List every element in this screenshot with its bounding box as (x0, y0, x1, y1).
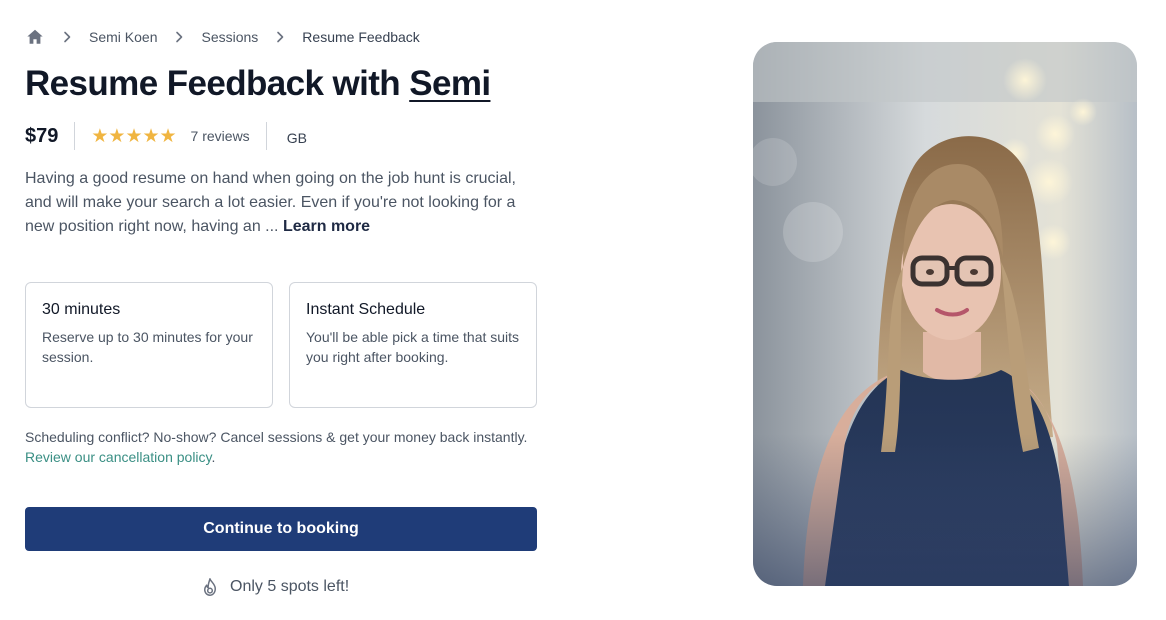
schedule-card: Instant Schedule You'll be able pick a t… (289, 282, 537, 408)
description-text: Having a good resume on hand when going … (25, 170, 516, 235)
reviews-link[interactable]: 7 reviews (191, 128, 250, 144)
divider (265, 122, 267, 150)
duration-card: 30 minutes Reserve up to 30 minutes for … (25, 282, 273, 408)
card-title: Instant Schedule (306, 301, 426, 318)
breadcrumb-host-link[interactable]: Semi Koen (89, 29, 157, 45)
flame-icon (200, 577, 220, 597)
policy-suffix: . (211, 449, 216, 465)
availability-notice: Only 5 spots left! (200, 576, 349, 598)
learn-more-link[interactable]: Learn more (283, 218, 370, 235)
session-meta: $79 ★★★★★ 7 reviews GB (25, 121, 307, 151)
availability-text: Only 5 spots left! (230, 578, 350, 595)
cancellation-policy-link[interactable]: Review our cancellation policy (25, 449, 212, 465)
session-description: Having a good resume on hand when going … (25, 167, 525, 239)
title-prefix: Resume Feedback with (25, 64, 410, 103)
host-name-link[interactable]: Semi (409, 64, 491, 103)
breadcrumb-sessions-link[interactable]: Sessions (201, 29, 258, 45)
cancellation-note: Scheduling conflict? No-show? Cancel ses… (25, 427, 535, 467)
policy-text: Scheduling conflict? No-show? Cancel ses… (25, 429, 528, 445)
continue-to-booking-button[interactable]: Continue to booking (25, 507, 537, 551)
page-title: Resume Feedback with Semi (25, 64, 491, 104)
chevron-right-icon (167, 31, 191, 43)
host-photo (753, 42, 1137, 586)
home-icon[interactable] (25, 27, 45, 47)
language-badge: GB (286, 130, 307, 146)
card-text: Reserve up to 30 minutes for your sessio… (42, 329, 253, 365)
chevron-right-icon (268, 31, 292, 43)
divider (74, 122, 76, 150)
rating-stars: ★★★★★ (91, 125, 177, 147)
price: $79 (25, 124, 59, 147)
chevron-right-icon (55, 31, 79, 43)
card-text: You'll be able pick a time that suits yo… (306, 329, 520, 365)
breadcrumb-current: Resume Feedback (302, 29, 420, 45)
breadcrumb: Semi Koen Sessions Resume Feedback (25, 26, 420, 48)
card-title: 30 minutes (42, 301, 121, 318)
